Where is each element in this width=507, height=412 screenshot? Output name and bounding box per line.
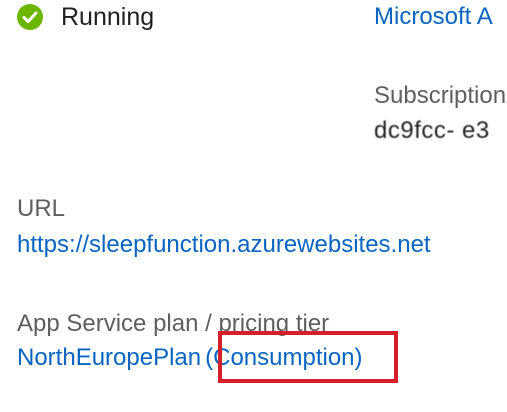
url-link[interactable]: https://sleepfunction.azurewebsites.net (17, 232, 431, 258)
plan-name-link[interactable]: NorthEuropePlan (17, 345, 201, 371)
subscription-label: Subscription (374, 82, 507, 109)
resource-group-link[interactable]: Microsoft A (374, 4, 493, 30)
status-row: Running (17, 4, 154, 30)
check-circle-icon (17, 4, 43, 30)
status-text: Running (61, 3, 155, 31)
subscription-value: dc9fcc- e3 (374, 117, 490, 144)
url-label: URL (17, 195, 66, 222)
highlight-box (218, 331, 398, 383)
